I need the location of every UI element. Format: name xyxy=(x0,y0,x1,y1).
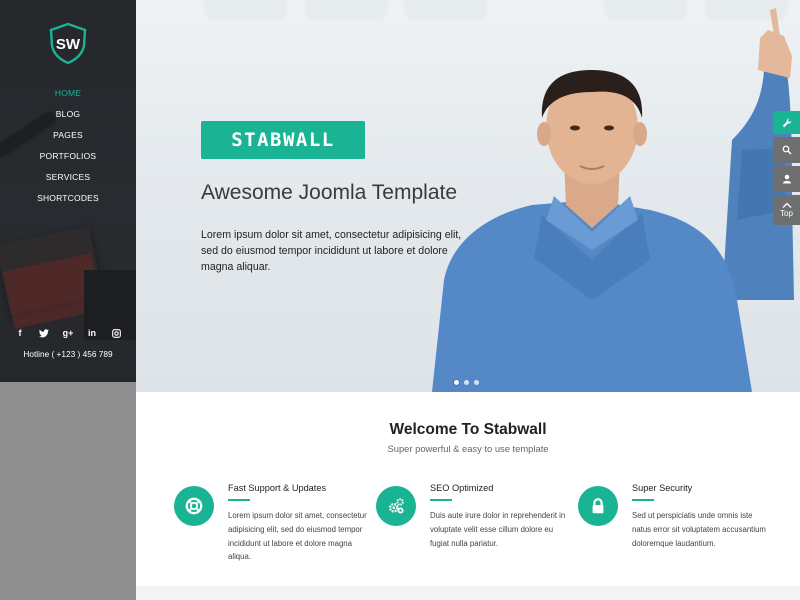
floating-toolbar: Top xyxy=(773,111,800,228)
hero-slider: STABWALL Awesome Joomla Template Lorem i… xyxy=(136,0,800,392)
nav-item-pages[interactable]: PAGES xyxy=(0,125,136,146)
user-button[interactable] xyxy=(773,166,800,192)
user-icon xyxy=(782,174,791,184)
lock-icon xyxy=(592,498,604,514)
nav-item-blog[interactable]: BLOG xyxy=(0,104,136,125)
hero-title: Awesome Joomla Template xyxy=(201,181,458,204)
feature-icon-circle xyxy=(174,486,214,526)
feature-text: Sed ut perspiciatis unde omnis iste natu… xyxy=(632,511,766,548)
linkedin-icon[interactable]: in xyxy=(86,326,98,340)
social-links: f g+ in xyxy=(0,326,136,340)
slide-dot-1[interactable] xyxy=(454,380,459,385)
slide-dot-3[interactable] xyxy=(474,380,479,385)
nav-item-services[interactable]: SERVICES xyxy=(0,167,136,188)
settings-button[interactable] xyxy=(773,111,800,134)
feature-icon-circle xyxy=(376,486,416,526)
hotline-text: Hotline ( +123 ) 456 789 xyxy=(23,349,113,359)
sidebar-header-background: SW HOME BLOG PAGES PORTFOLIOS SERVICES S… xyxy=(0,0,136,382)
nav-item-portfolios[interactable]: PORTFOLIOS xyxy=(0,146,136,167)
sidebar: SW HOME BLOG PAGES PORTFOLIOS SERVICES S… xyxy=(0,0,136,600)
feature-title: SEO Optimized xyxy=(430,483,494,493)
feature-text: Duis aute irure dolor in reprehenderit i… xyxy=(430,511,566,548)
feature-title: Super Security xyxy=(632,483,693,493)
slide-dot-2[interactable] xyxy=(464,380,469,385)
instagram-icon[interactable] xyxy=(110,326,122,340)
feature-title: Fast Support & Updates xyxy=(228,483,327,493)
slider-pagination xyxy=(454,380,479,385)
welcome-title: Welcome To Stabwall xyxy=(389,421,547,438)
main-nav: HOME BLOG PAGES PORTFOLIOS SERVICES SHOR… xyxy=(0,83,136,209)
feature-text: Lorem ipsum dolor sit amet, consectetur … xyxy=(228,511,367,562)
twitter-icon[interactable] xyxy=(38,326,50,340)
search-icon xyxy=(782,145,792,155)
logo-text: SW xyxy=(56,36,81,53)
nav-item-home[interactable]: HOME xyxy=(0,83,136,104)
gears-icon xyxy=(388,498,404,514)
welcome-section: Welcome To Stabwall Super powerful & eas… xyxy=(136,392,800,600)
logo[interactable]: SW xyxy=(47,22,89,64)
brand-name: STABWALL xyxy=(231,129,335,151)
back-to-top-label: Top xyxy=(780,209,793,218)
back-to-top-button[interactable]: Top xyxy=(773,195,800,225)
facebook-icon[interactable]: f xyxy=(14,326,26,340)
hero-description: Lorem ipsum dolor sit amet, consectetur … xyxy=(201,229,462,273)
wrench-icon xyxy=(782,118,791,127)
chevron-up-icon xyxy=(782,202,791,208)
feature-icon-circle xyxy=(578,486,618,526)
search-button[interactable] xyxy=(773,137,800,163)
welcome-subtitle: Super powerful & easy to use template xyxy=(387,443,549,454)
shield-logo-icon: SW xyxy=(49,22,87,64)
nav-item-shortcodes[interactable]: SHORTCODES xyxy=(0,188,136,209)
brand-badge: STABWALL xyxy=(201,121,365,159)
google-plus-icon[interactable]: g+ xyxy=(62,326,74,340)
lifebuoy-icon xyxy=(185,497,203,515)
